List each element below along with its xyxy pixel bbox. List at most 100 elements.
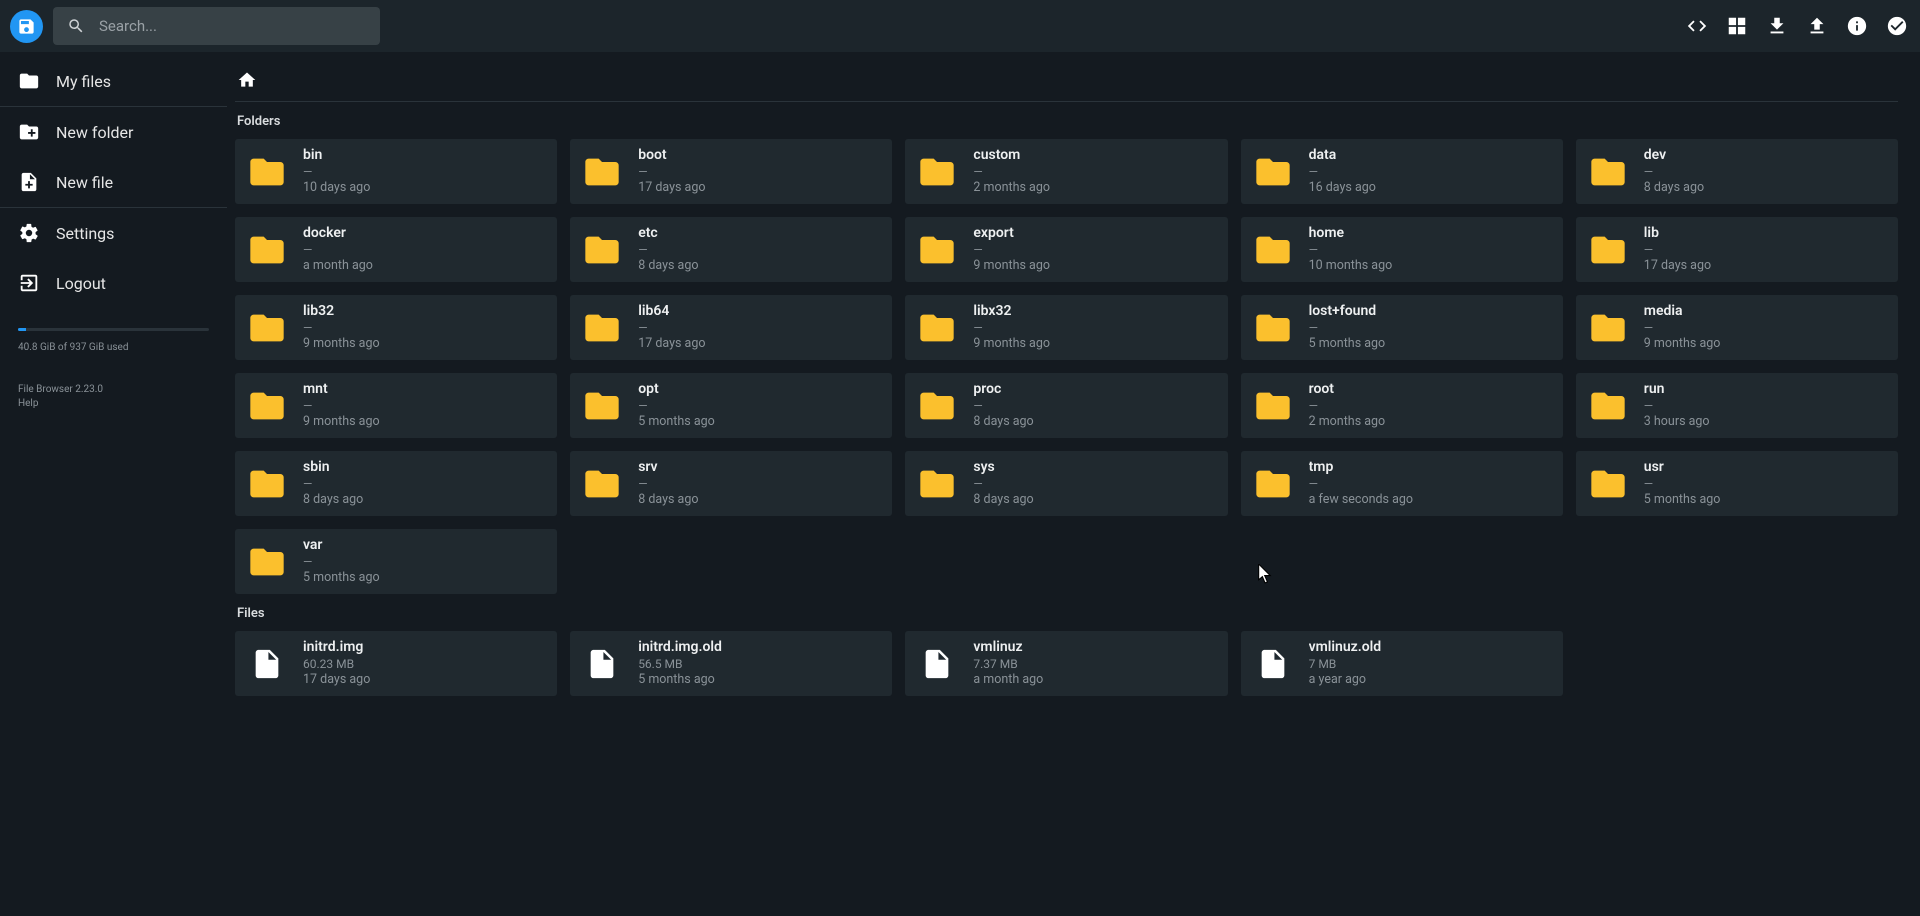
- item-size: —: [973, 165, 1050, 181]
- sidebar-item-new-file[interactable]: New file: [0, 157, 227, 207]
- folder-icon: [915, 308, 959, 348]
- upload-button[interactable]: [1806, 15, 1828, 37]
- folder-item[interactable]: custom—2 months ago: [905, 139, 1227, 204]
- item-time: 17 days ago: [638, 180, 705, 196]
- help-link[interactable]: Help: [18, 398, 38, 409]
- item-size: —: [1309, 243, 1393, 259]
- folders-heading: Folders: [237, 114, 1896, 129]
- item-name: boot: [638, 146, 705, 164]
- folder-item[interactable]: home—10 months ago: [1241, 217, 1563, 282]
- info-button[interactable]: [1846, 15, 1868, 37]
- create-file-icon: [18, 171, 40, 193]
- folder-icon: [245, 542, 289, 582]
- item-time: 9 months ago: [973, 258, 1050, 274]
- breadcrumb-home[interactable]: [237, 70, 257, 94]
- item-size: —: [1309, 165, 1376, 181]
- file-item[interactable]: initrd.img60.23 MB17 days ago: [235, 631, 557, 696]
- folder-item[interactable]: data—16 days ago: [1241, 139, 1563, 204]
- sidebar-item-my-files[interactable]: My files: [0, 56, 227, 106]
- item-name: sys: [973, 458, 1033, 476]
- folder-item[interactable]: mnt—9 months ago: [235, 373, 557, 438]
- folder-item[interactable]: etc—8 days ago: [570, 217, 892, 282]
- item-time: 8 days ago: [973, 414, 1033, 430]
- save-disk-icon: [17, 17, 36, 36]
- folder-icon: [915, 464, 959, 504]
- item-name: tmp: [1309, 458, 1413, 476]
- item-size: 56.5 MB: [638, 657, 722, 673]
- item-time: 2 months ago: [1309, 414, 1386, 430]
- item-time: 5 months ago: [638, 672, 722, 688]
- item-size: —: [303, 399, 380, 415]
- folder-item[interactable]: usr—5 months ago: [1576, 451, 1898, 516]
- item-size: —: [303, 165, 370, 181]
- sidebar-item-logout[interactable]: Logout: [0, 258, 227, 308]
- item-name: root: [1309, 380, 1386, 398]
- folder-icon: [580, 308, 624, 348]
- file-item[interactable]: vmlinuz7.37 MBa month ago: [905, 631, 1227, 696]
- folder-item[interactable]: lib64—17 days ago: [570, 295, 892, 360]
- folder-item[interactable]: sbin—8 days ago: [235, 451, 557, 516]
- toggle-view-button[interactable]: [1726, 15, 1748, 37]
- folder-icon: [245, 308, 289, 348]
- folder-item[interactable]: docker—a month ago: [235, 217, 557, 282]
- item-time: 17 days ago: [1644, 258, 1711, 274]
- folder-icon: [915, 152, 959, 192]
- folder-item[interactable]: lost+found—5 months ago: [1241, 295, 1563, 360]
- search-box[interactable]: [53, 7, 380, 45]
- item-time: 5 months ago: [1309, 336, 1386, 352]
- shell-button[interactable]: [1686, 15, 1708, 37]
- file-item[interactable]: vmlinuz.old7 MBa year ago: [1241, 631, 1563, 696]
- folder-item[interactable]: tmp—a few seconds ago: [1241, 451, 1563, 516]
- folder-icon: [245, 464, 289, 504]
- file-item[interactable]: initrd.img.old56.5 MB5 months ago: [570, 631, 892, 696]
- download-button[interactable]: [1766, 15, 1788, 37]
- folder-item[interactable]: lib32—9 months ago: [235, 295, 557, 360]
- item-name: mnt: [303, 380, 380, 398]
- item-name: data: [1309, 146, 1376, 164]
- folder-item[interactable]: boot—17 days ago: [570, 139, 892, 204]
- item-size: —: [1644, 243, 1711, 259]
- item-name: sbin: [303, 458, 363, 476]
- folder-item[interactable]: sys—8 days ago: [905, 451, 1227, 516]
- folder-item[interactable]: export—9 months ago: [905, 217, 1227, 282]
- item-name: lost+found: [1309, 302, 1386, 320]
- folder-item[interactable]: dev—8 days ago: [1576, 139, 1898, 204]
- app-logo[interactable]: [10, 10, 43, 43]
- item-time: 17 days ago: [638, 336, 705, 352]
- item-name: home: [1309, 224, 1393, 242]
- storage-meter: 40.8 GiB of 937 GiB used: [18, 328, 209, 353]
- select-all-button[interactable]: [1886, 15, 1908, 37]
- folder-item[interactable]: opt—5 months ago: [570, 373, 892, 438]
- item-name: export: [973, 224, 1050, 242]
- sidebar-item-new-folder[interactable]: New folder: [0, 107, 227, 157]
- folder-item[interactable]: lib—17 days ago: [1576, 217, 1898, 282]
- sidebar-item-label: New file: [56, 173, 113, 192]
- folder-item[interactable]: run—3 hours ago: [1576, 373, 1898, 438]
- folder-icon: [915, 230, 959, 270]
- about-block: File Browser 2.23.0 Help: [18, 383, 209, 410]
- item-name: initrd.img: [303, 638, 370, 656]
- item-size: —: [1644, 321, 1721, 337]
- folder-item[interactable]: proc—8 days ago: [905, 373, 1227, 438]
- search-input[interactable]: [97, 16, 366, 36]
- app-header: [0, 0, 1920, 52]
- folder-icon: [1586, 230, 1630, 270]
- folder-item[interactable]: libx32—9 months ago: [905, 295, 1227, 360]
- folder-item[interactable]: root—2 months ago: [1241, 373, 1563, 438]
- folder-icon: [1251, 464, 1295, 504]
- item-size: —: [973, 243, 1050, 259]
- folder-item[interactable]: bin—10 days ago: [235, 139, 557, 204]
- folder-item[interactable]: srv—8 days ago: [570, 451, 892, 516]
- item-name: srv: [638, 458, 698, 476]
- item-name: dev: [1644, 146, 1704, 164]
- item-size: —: [638, 477, 698, 493]
- item-size: —: [1309, 321, 1386, 337]
- folder-item[interactable]: media—9 months ago: [1576, 295, 1898, 360]
- folder-icon: [1251, 230, 1295, 270]
- item-size: —: [973, 477, 1033, 493]
- folder-item[interactable]: var—5 months ago: [235, 529, 557, 594]
- item-name: initrd.img.old: [638, 638, 722, 656]
- item-time: 17 days ago: [303, 672, 370, 688]
- sidebar-item-settings[interactable]: Settings: [0, 208, 227, 258]
- folder-icon: [245, 386, 289, 426]
